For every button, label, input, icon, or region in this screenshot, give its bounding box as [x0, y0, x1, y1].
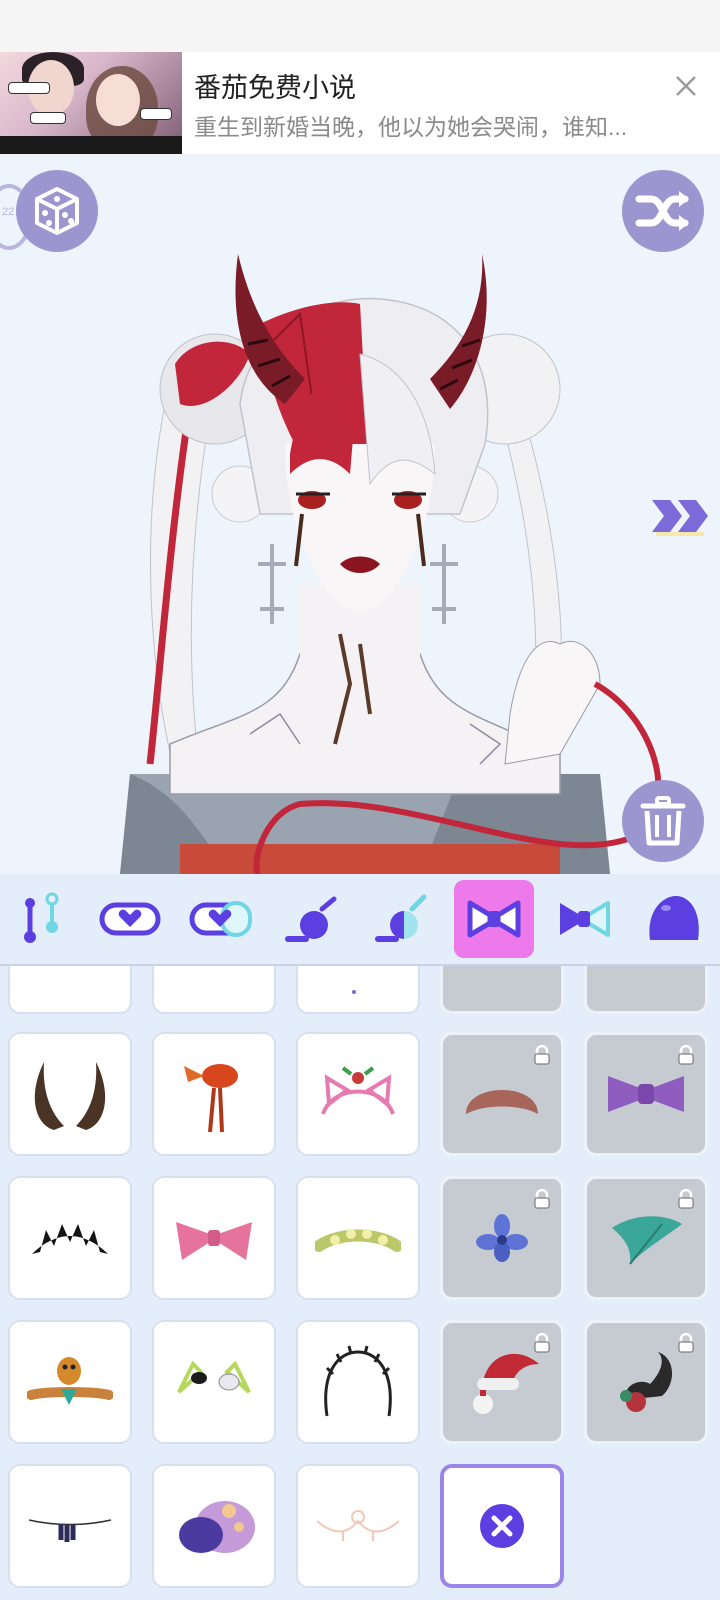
item-grid	[0, 966, 720, 1600]
ad-thumbnail[interactable]	[0, 52, 182, 154]
character-canvas: 22	[0, 154, 720, 874]
dot-accessory-icon	[285, 896, 337, 942]
lock-icon	[534, 1333, 550, 1353]
close-icon[interactable]	[668, 68, 704, 104]
tab-blob[interactable]	[634, 880, 714, 958]
lock-icon	[534, 1045, 550, 1065]
tab-body-pose[interactable]	[0, 880, 80, 958]
item-tile[interactable]	[296, 966, 420, 1014]
item-scorpion-locked[interactable]	[584, 1320, 708, 1444]
blob-icon	[649, 896, 699, 940]
black-tiara-icon	[32, 1224, 108, 1254]
delete-button[interactable]	[622, 780, 704, 862]
goldfish-hairpin-icon	[184, 1064, 238, 1133]
item-tile-locked[interactable]	[584, 966, 708, 1014]
ad-title[interactable]: 番茄免费小说	[194, 66, 356, 105]
trash-icon	[640, 796, 686, 846]
purple-bow-icon	[608, 1076, 684, 1112]
character-illustration	[120, 254, 662, 874]
item-purple-bow-locked[interactable]	[584, 1032, 708, 1156]
green-leaf-icon	[612, 1216, 682, 1265]
lock-icon	[678, 1189, 694, 1209]
tab-hair-accessory-alt[interactable]	[544, 880, 624, 958]
ear-clips-icon	[177, 1360, 251, 1394]
snake-headpiece-icon	[27, 1357, 113, 1405]
item-horns[interactable]	[8, 1032, 132, 1156]
tab-accessory-alt[interactable]	[360, 880, 440, 958]
item-flower-crown[interactable]	[296, 1176, 420, 1300]
lock-icon	[534, 1189, 550, 1209]
ad-subtitle[interactable]: 重生到新婚当晚，他以为她会哭闹，谁知...	[194, 108, 654, 142]
item-blue-flower-locked[interactable]	[440, 1176, 564, 1300]
item-ear-clips[interactable]	[152, 1320, 276, 1444]
item-bead-chain[interactable]	[8, 1464, 132, 1588]
item-black-tiara[interactable]	[8, 1176, 132, 1300]
bow-half-icon	[560, 901, 610, 937]
santa-hat-icon	[473, 1353, 539, 1414]
ad-banner[interactable]: 番茄免费小说 重生到新婚当晚，他以为她会哭闹，谁知...	[0, 52, 720, 154]
tab-eyes-alt[interactable]	[180, 880, 260, 958]
bead-chain-icon	[28, 1519, 112, 1542]
heart-eye-half-icon	[189, 901, 252, 937]
tab-eyes[interactable]	[90, 880, 170, 958]
item-green-leaf-locked[interactable]	[584, 1176, 708, 1300]
lock-icon	[678, 1333, 694, 1353]
bow-icon	[467, 900, 521, 938]
item-thorn-headband[interactable]	[296, 1320, 420, 1444]
item-remove[interactable]	[440, 1464, 564, 1588]
item-tile[interactable]	[8, 966, 132, 1014]
tab-hair-accessory[interactable]	[454, 880, 534, 958]
blue-flower-icon	[476, 1214, 528, 1262]
pink-bow-icon	[176, 1222, 252, 1260]
thorn-headband-icon	[324, 1345, 392, 1417]
item-pearl-chain[interactable]	[296, 1464, 420, 1588]
croissant-hat-icon	[466, 1090, 538, 1114]
item-snake-headpiece[interactable]	[8, 1320, 132, 1444]
tab-accessory[interactable]	[270, 880, 350, 958]
remove-item-icon	[480, 1504, 524, 1548]
status-bar	[0, 0, 720, 52]
item-pink-bow[interactable]	[152, 1176, 276, 1300]
pearl-chain-icon	[316, 1510, 400, 1541]
item-croissant-locked[interactable]	[440, 1032, 564, 1156]
item-santa-hat-locked[interactable]	[440, 1320, 564, 1444]
item-tile[interactable]	[152, 966, 276, 1014]
item-tile-locked[interactable]	[440, 966, 564, 1014]
flower-crown-icon	[315, 1229, 401, 1252]
item-cat-ears[interactable]	[296, 1032, 420, 1156]
purple-mushroom-icon	[179, 1501, 255, 1553]
cat-ear-headband-icon	[321, 1066, 395, 1115]
item-purple-mushroom[interactable]	[152, 1464, 276, 1588]
category-tab-bar	[0, 874, 720, 966]
scorpion-icon	[620, 1352, 673, 1412]
body-pose-icon	[24, 892, 59, 943]
item-goldfish[interactable]	[152, 1032, 276, 1156]
heart-eye-icon	[99, 902, 161, 936]
double-chevron-right-icon[interactable]	[648, 490, 712, 542]
horns-icon	[34, 1062, 106, 1130]
half-accessory-icon	[375, 894, 427, 942]
lock-icon	[678, 1045, 694, 1065]
